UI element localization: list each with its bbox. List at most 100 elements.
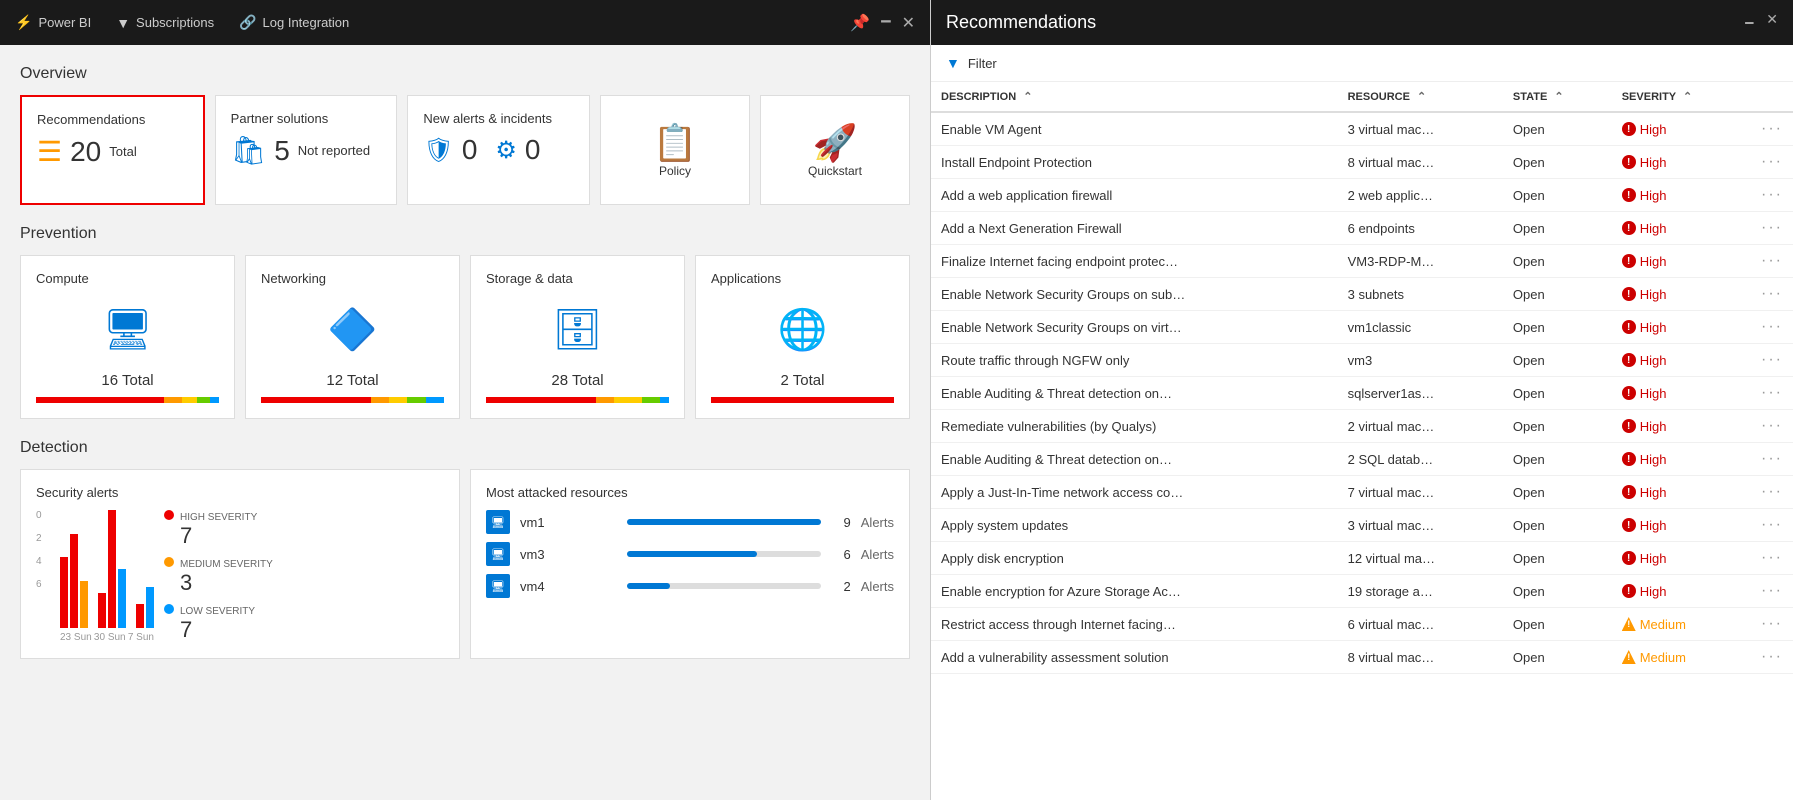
table-row[interactable]: Enable encryption for Azure Storage Ac… … [931, 575, 1793, 608]
top-bar-right: 📌 🗕 ✕ [850, 9, 915, 36]
recommendations-number: 20 [70, 136, 101, 168]
col-state[interactable]: STATE ⌃ [1503, 82, 1612, 112]
more-options-icon[interactable]: ··· [1761, 285, 1783, 302]
col-resource[interactable]: RESOURCE ⌃ [1338, 82, 1503, 112]
table-row[interactable]: Enable Auditing & Threat detection on… s… [931, 377, 1793, 410]
rec-more[interactable]: ··· [1751, 410, 1793, 443]
rec-more[interactable]: ··· [1751, 179, 1793, 212]
table-row[interactable]: Route traffic through NGFW only vm3 Open… [931, 344, 1793, 377]
pin-icon[interactable]: 📌 [850, 13, 870, 33]
filter-bar[interactable]: ▼ Filter [931, 45, 1793, 82]
minimize-icon[interactable]: 🗕 [880, 9, 891, 36]
table-row[interactable]: Add a vulnerability assessment solution … [931, 641, 1793, 674]
table-row[interactable]: Remediate vulnerabilities (by Qualys) 2 … [931, 410, 1793, 443]
table-row[interactable]: Enable VM Agent 3 virtual mac… Open ! Hi… [931, 112, 1793, 146]
more-options-icon[interactable]: ··· [1761, 318, 1783, 335]
more-options-icon[interactable]: ··· [1761, 582, 1783, 599]
subscriptions-button[interactable]: ▼ Subscriptions [116, 15, 214, 31]
rec-more[interactable]: ··· [1751, 509, 1793, 542]
rec-severity: ! High [1612, 112, 1751, 146]
rec-more[interactable]: ··· [1751, 476, 1793, 509]
table-row[interactable]: Add a Next Generation Firewall 6 endpoin… [931, 212, 1793, 245]
new-alerts-card[interactable]: New alerts & incidents 🛡 0 ⚙ 0 [407, 95, 590, 205]
more-options-icon[interactable]: ··· [1761, 219, 1783, 236]
rec-state: Open [1503, 608, 1612, 641]
more-options-icon[interactable]: ··· [1761, 417, 1783, 434]
right-close-icon[interactable]: ✕ [1766, 11, 1778, 35]
more-options-icon[interactable]: ··· [1761, 351, 1783, 368]
right-panel-title: Recommendations [946, 12, 1096, 33]
quickstart-card[interactable]: 🚀 Quickstart [760, 95, 910, 205]
more-options-icon[interactable]: ··· [1761, 153, 1783, 170]
table-row[interactable]: Apply system updates 3 virtual mac… Open… [931, 509, 1793, 542]
rec-more[interactable]: ··· [1751, 575, 1793, 608]
applications-total: 2 Total [711, 372, 894, 389]
table-row[interactable]: Enable Network Security Groups on virt… … [931, 311, 1793, 344]
rec-description: Enable Auditing & Threat detection on… [931, 377, 1338, 410]
rec-more[interactable]: ··· [1751, 344, 1793, 377]
compute-total: 16 Total [36, 372, 219, 389]
rec-more[interactable]: ··· [1751, 245, 1793, 278]
applications-card[interactable]: Applications 🌐 2 Total [695, 255, 910, 419]
rec-more[interactable]: ··· [1751, 311, 1793, 344]
rec-more[interactable]: ··· [1751, 443, 1793, 476]
rec-more[interactable]: ··· [1751, 278, 1793, 311]
table-row[interactable]: Enable Auditing & Threat detection on… 2… [931, 443, 1793, 476]
high-severity-info: HIGH SEVERITY 7 [180, 512, 257, 549]
compute-card[interactable]: Compute 🖥 16 Total [20, 255, 235, 419]
more-options-icon[interactable]: ··· [1761, 384, 1783, 401]
table-row[interactable]: Finalize Internet facing endpoint protec… [931, 245, 1793, 278]
rec-description: Install Endpoint Protection [931, 146, 1338, 179]
more-options-icon[interactable]: ··· [1761, 120, 1783, 137]
storage-card[interactable]: Storage & data 🗄 28 Total [470, 255, 685, 419]
compute-bar-green [197, 397, 210, 403]
rec-resource: VM3-RDP-M… [1338, 245, 1503, 278]
rec-severity: ! Medium [1612, 608, 1751, 641]
col-description[interactable]: DESCRIPTION ⌃ [931, 82, 1338, 112]
rec-more[interactable]: ··· [1751, 212, 1793, 245]
rec-severity: ! High [1612, 212, 1751, 245]
bar-1 [60, 557, 68, 628]
rec-more[interactable]: ··· [1751, 608, 1793, 641]
more-options-icon[interactable]: ··· [1761, 648, 1783, 665]
more-options-icon[interactable]: ··· [1761, 516, 1783, 533]
recommendations-card[interactable]: Recommendations ☰ 20 Total [20, 95, 205, 205]
right-minimize-icon[interactable]: 🗕 [1744, 11, 1754, 35]
table-row[interactable]: Enable Network Security Groups on sub… 3… [931, 278, 1793, 311]
right-panel: Recommendations 🗕 ✕ ▼ Filter DESCRIPTION… [930, 0, 1793, 800]
partner-solutions-card[interactable]: Partner solutions 🛍 5 Not reported [215, 95, 398, 205]
more-options-icon[interactable]: ··· [1761, 450, 1783, 467]
recommendations-label: Total [109, 144, 136, 159]
more-options-icon[interactable]: ··· [1761, 252, 1783, 269]
table-row[interactable]: Apply disk encryption 12 virtual ma… Ope… [931, 542, 1793, 575]
table-row[interactable]: Add a web application firewall 2 web app… [931, 179, 1793, 212]
networking-card[interactable]: Networking 🔷 12 Total [245, 255, 460, 419]
rec-more[interactable]: ··· [1751, 112, 1793, 146]
rec-severity: ! High [1612, 179, 1751, 212]
table-row[interactable]: Apply a Just-In-Time network access co… … [931, 476, 1793, 509]
chart-bars [60, 510, 154, 628]
chart-y-labels: 6 4 2 0 [36, 510, 56, 590]
powerbi-button[interactable]: ⚡ Power BI [15, 14, 91, 31]
more-options-icon[interactable]: ··· [1761, 549, 1783, 566]
table-row[interactable]: Install Endpoint Protection 8 virtual ma… [931, 146, 1793, 179]
severity-legend: HIGH SEVERITY 7 MEDIUM SEVERITY 3 [164, 510, 324, 643]
rec-more[interactable]: ··· [1751, 641, 1793, 674]
desc-sort-icon: ⌃ [1023, 91, 1032, 103]
more-options-icon[interactable]: ··· [1761, 615, 1783, 632]
log-integration-button[interactable]: 🔗 Log Integration [239, 14, 349, 31]
most-attacked-card[interactable]: Most attacked resources 🖥 vm1 9 Alerts 🖥 [470, 469, 910, 659]
col-severity[interactable]: SEVERITY ⌃ [1612, 82, 1751, 112]
rec-more[interactable]: ··· [1751, 377, 1793, 410]
more-options-icon[interactable]: ··· [1761, 186, 1783, 203]
more-options-icon[interactable]: ··· [1761, 483, 1783, 500]
high-severity-label: HIGH SEVERITY [180, 512, 257, 523]
table-row[interactable]: Restrict access through Internet facing…… [931, 608, 1793, 641]
security-alerts-card[interactable]: Security alerts 6 4 2 0 [20, 469, 460, 659]
rec-more[interactable]: ··· [1751, 542, 1793, 575]
close-icon[interactable]: ✕ [902, 13, 915, 33]
policy-card[interactable]: 📋 Policy [600, 95, 750, 205]
medium-severity-info: MEDIUM SEVERITY 3 [180, 559, 273, 596]
bar-2 [70, 534, 78, 628]
rec-more[interactable]: ··· [1751, 146, 1793, 179]
